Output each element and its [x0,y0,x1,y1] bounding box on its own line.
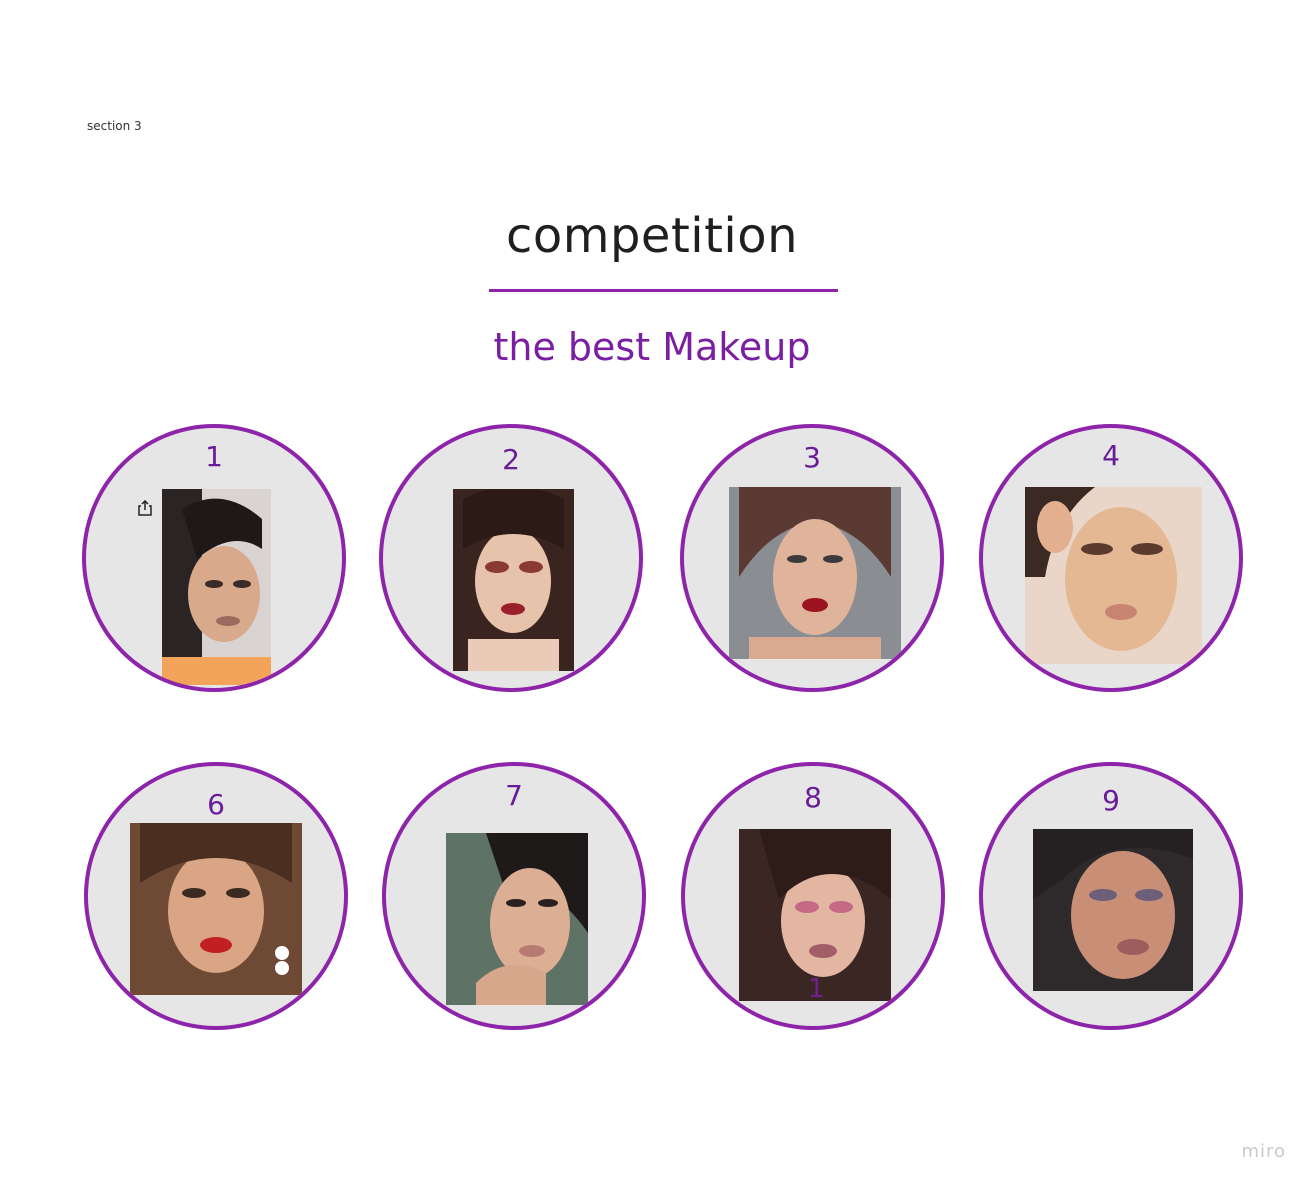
entry-number: 4 [1102,439,1120,472]
share-icon[interactable] [138,499,152,516]
title-underline [489,289,838,292]
entry-number: 3 [803,441,821,474]
entry-card-6[interactable]: 6 [84,762,348,1030]
page-title: competition [505,208,799,264]
entry-card-2[interactable]: 2 [379,424,643,692]
makeup-photo-9[interactable] [1033,829,1193,991]
entry-number: 7 [505,779,523,812]
makeup-photo-7[interactable] [446,833,588,1005]
entry-number: 1 [205,440,223,473]
entry-number: 8 [804,781,822,814]
watermark-logo: miro [1241,1141,1286,1162]
makeup-photo-4[interactable] [1025,487,1202,664]
makeup-photo-6[interactable] [130,823,302,995]
page-subtitle: the best Makeup [493,325,811,369]
stray-number: 1 [808,974,825,1004]
entry-number: 9 [1102,784,1120,817]
entry-card-4[interactable]: 4 [979,424,1243,692]
entry-card-1[interactable]: 1 [82,424,346,692]
makeup-photo-1[interactable] [162,489,271,685]
entry-card-8[interactable]: 8 1 [681,762,945,1030]
entry-card-9[interactable]: 9 [979,762,1243,1030]
entry-number: 2 [502,443,520,476]
entry-card-7[interactable]: 7 [382,762,646,1030]
section-label: section 3 [87,119,142,133]
entry-number: 6 [207,788,225,821]
makeup-photo-2[interactable] [453,489,574,671]
makeup-photo-3[interactable] [729,487,901,659]
entry-card-3[interactable]: 3 [680,424,944,692]
